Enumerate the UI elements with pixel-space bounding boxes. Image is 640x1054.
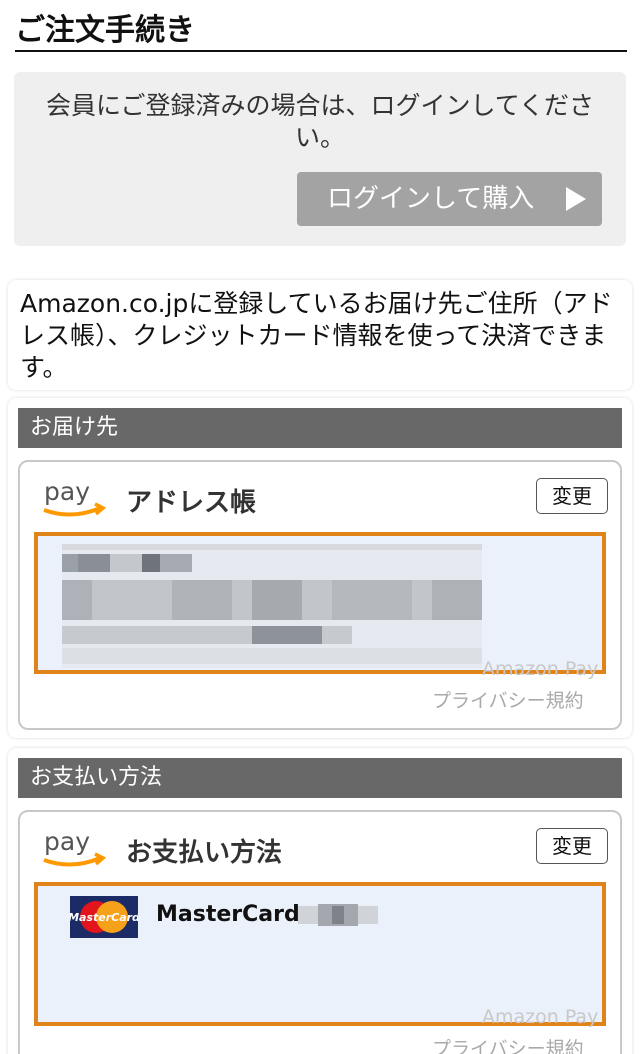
redacted-address-image (62, 544, 482, 668)
amazon-pay-watermark: Amazon Pay (482, 1006, 599, 1028)
address-book-title: アドレス帳 (126, 488, 257, 518)
card-brand-name: MasterCard (156, 902, 300, 927)
payment-method-widget: pay お支払い方法 変更 MasterCard MasterCard Amaz… (18, 810, 622, 1054)
privacy-policy-link[interactable]: プライバシー規約 (432, 1034, 584, 1054)
selected-card-box[interactable]: MasterCard MasterCard (34, 882, 606, 1026)
amazon-pay-logo-text: pay (44, 477, 90, 506)
amazon-pay-watermark: Amazon Pay (482, 658, 599, 680)
page-title: ご注文手続き (15, 14, 627, 52)
address-book-widget: pay アドレス帳 変更 Amazon Pay プライバシー規約 (18, 460, 622, 730)
login-purchase-button-label: ログインして購入 (327, 184, 535, 214)
amazon-pay-logo-icon: pay (43, 827, 107, 867)
mastercard-logo-icon: MasterCard (70, 896, 138, 938)
mastercard-logo-text: MasterCard (70, 911, 138, 924)
selected-address-box[interactable] (34, 532, 606, 674)
login-panel: 会員にご登録済みの場合は、ログインしてください。 ログインして購入 (14, 72, 626, 246)
shipping-section-header: お届け先 (18, 408, 622, 448)
amazon-pay-logo-text: pay (44, 827, 90, 856)
payment-section-header: お支払い方法 (18, 758, 622, 798)
payment-method-title: お支払い方法 (126, 838, 283, 868)
play-arrow-icon (566, 187, 586, 211)
amazon-pay-info: Amazon.co.jpに登録しているお届け先ご住所（アドレス帳）、クレジットカ… (8, 280, 632, 390)
amazon-pay-logo-icon: pay (43, 477, 107, 517)
payment-section: お支払い方法 pay お支払い方法 変更 MasterCard MasterCa… (8, 748, 632, 1054)
redacted-card-number (298, 904, 378, 926)
change-payment-button[interactable]: 変更 (536, 828, 608, 864)
privacy-policy-link[interactable]: プライバシー規約 (432, 686, 584, 713)
change-address-button[interactable]: 変更 (536, 478, 608, 514)
shipping-section: お届け先 pay アドレス帳 変更 Amazon Pay プライバシー規約 (8, 398, 632, 738)
login-purchase-button[interactable]: ログインして購入 (297, 172, 602, 226)
login-message: 会員にご登録済みの場合は、ログインしてください。 (45, 91, 594, 152)
